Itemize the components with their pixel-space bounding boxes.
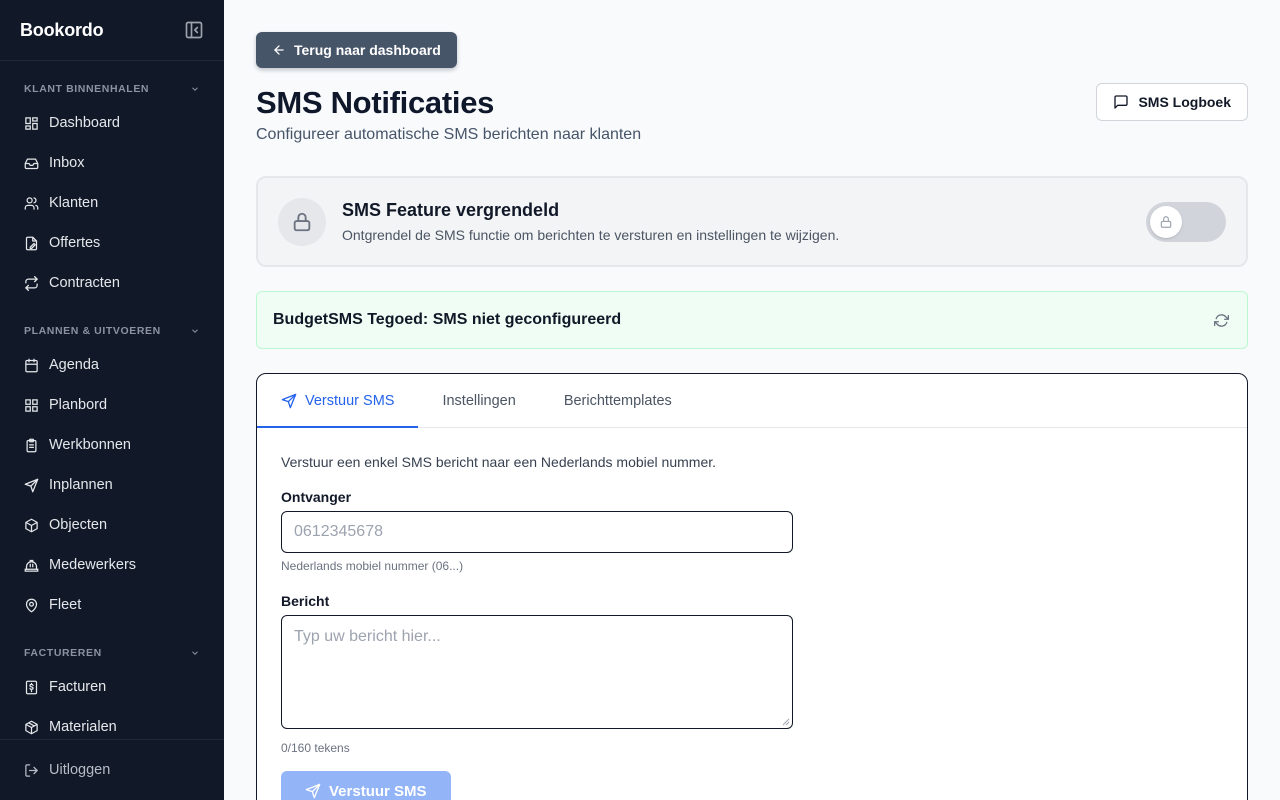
send-sms-form: Verstuur een enkel SMS bericht naar een … xyxy=(257,428,1247,800)
main-content: Terug naar dashboard SMS Notificaties Co… xyxy=(224,0,1280,800)
grid-icon xyxy=(25,398,38,412)
recipient-hint: Nederlands mobiel nummer (06...) xyxy=(281,559,464,573)
back-to-dashboard-button[interactable]: Terug naar dashboard xyxy=(256,32,457,68)
message-square-icon xyxy=(1114,95,1129,109)
refresh-balance-button[interactable] xyxy=(1211,310,1231,330)
sms-feature-toggle[interactable] xyxy=(1146,202,1226,242)
send-icon xyxy=(305,783,321,799)
sidebar-item-inplannen[interactable]: Inplannen xyxy=(0,465,224,505)
repeat-icon xyxy=(25,275,38,291)
section-header-plannen-uitvoeren[interactable]: PLANNEN & UITVOEREN xyxy=(0,321,224,341)
page-header: SMS Notificaties Configureer automatisch… xyxy=(256,83,1248,143)
clipboard-icon xyxy=(26,438,37,452)
sidebar-item-werkbonnen[interactable]: Werkbonnen xyxy=(0,425,224,465)
form-intro: Verstuur een enkel SMS bericht naar een … xyxy=(281,454,717,470)
sidebar: Bookordo KLANT BINNENHALEN Dashboard Inb… xyxy=(0,0,224,800)
log-out-icon xyxy=(25,763,38,777)
inbox-icon xyxy=(24,158,39,169)
lock-icon xyxy=(293,212,311,231)
message-label: Bericht xyxy=(281,593,330,609)
sidebar-item-facturen[interactable]: Facturen xyxy=(0,667,224,707)
resize-grip-icon[interactable] xyxy=(782,718,790,726)
sms-feature-locked-card: SMS Feature vergrendeld Ontgrendel de SM… xyxy=(256,176,1248,267)
sidebar-item-dashboard[interactable]: Dashboard xyxy=(0,103,224,143)
locked-description: Ontgrendel de SMS functie om berichten t… xyxy=(342,227,840,243)
message-textarea[interactable]: Typ uw bericht hier... xyxy=(281,615,793,729)
map-pin-icon xyxy=(25,598,38,612)
send-sms-button[interactable]: Verstuur SMS xyxy=(281,771,451,800)
file-edit-icon xyxy=(25,236,38,250)
tab-instellingen[interactable]: Instellingen xyxy=(418,374,539,427)
logout-button[interactable]: Uitloggen xyxy=(0,739,224,800)
sidebar-collapse-button[interactable] xyxy=(184,20,204,40)
arrow-left-icon xyxy=(274,45,284,55)
invoice-icon xyxy=(25,680,38,694)
sidebar-item-contracten[interactable]: Contracten xyxy=(0,263,224,303)
character-counter: 0/160 tekens xyxy=(281,741,350,755)
sidebar-item-planbord[interactable]: Planbord xyxy=(0,385,224,425)
recipient-label: Ontvanger xyxy=(281,489,352,505)
sidebar-item-inbox[interactable]: Inbox xyxy=(0,143,224,183)
locked-text: SMS Feature vergrendeld Ontgrendel de SM… xyxy=(342,200,839,243)
recipient-placeholder: 0612345678 xyxy=(294,523,383,540)
sidebar-item-medewerkers[interactable]: Medewerkers xyxy=(0,545,224,585)
brand-logo: Bookordo xyxy=(20,19,104,40)
tab-verstuur-sms[interactable]: Verstuur SMS xyxy=(257,374,419,428)
lock-badge xyxy=(278,197,326,246)
send-icon xyxy=(281,393,297,408)
hardhat-icon xyxy=(24,559,39,572)
calendar-icon xyxy=(25,358,38,372)
logout-label: Uitloggen xyxy=(49,762,111,778)
box-icon xyxy=(25,518,38,532)
tabs-bar: Verstuur SMS Instellingen Berichttemplat… xyxy=(257,374,1247,428)
section-header-factureren[interactable]: FACTUREREN xyxy=(0,643,224,663)
sidebar-item-materialen[interactable]: Materialen xyxy=(0,707,224,739)
chevron-down-icon xyxy=(192,329,198,333)
dashboard-icon xyxy=(25,116,38,130)
lock-icon xyxy=(1160,216,1172,228)
sms-balance-text: BudgetSMS Tegoed: SMS niet geconfigureer… xyxy=(273,311,622,328)
users-icon xyxy=(24,196,39,210)
sms-balance-bar: BudgetSMS Tegoed: SMS niet geconfigureer… xyxy=(256,291,1248,349)
chevron-down-icon xyxy=(192,87,198,91)
panel-left-close-icon xyxy=(185,21,203,39)
refresh-icon xyxy=(1213,313,1229,327)
sms-tabs-card: Verstuur SMS Instellingen Berichttemplat… xyxy=(256,373,1248,800)
tab-berichttemplates[interactable]: Berichttemplates xyxy=(540,374,696,427)
sms-logbook-button[interactable]: SMS Logboek xyxy=(1096,83,1248,121)
sidebar-item-fleet[interactable]: Fleet xyxy=(0,585,224,625)
locked-title: SMS Feature vergrendeld xyxy=(342,200,560,220)
sidebar-item-klanten[interactable]: Klanten xyxy=(0,183,224,223)
sidebar-item-offertes[interactable]: Offertes xyxy=(0,223,224,263)
toggle-knob xyxy=(1150,206,1182,238)
sidebar-item-objecten[interactable]: Objecten xyxy=(0,505,224,545)
sidebar-item-agenda[interactable]: Agenda xyxy=(0,345,224,385)
recipient-input[interactable]: 0612345678 xyxy=(281,511,793,553)
chevron-down-icon xyxy=(192,651,198,655)
section-header-klant-binnenhalen[interactable]: KLANT BINNENHALEN xyxy=(0,79,224,99)
sidebar-nav: KLANT BINNENHALEN Dashboard Inbox Klante… xyxy=(0,60,224,739)
message-placeholder: Typ uw bericht hier... xyxy=(294,628,441,645)
page-subtitle: Configureer automatische SMS berichten n… xyxy=(256,126,642,143)
package-icon xyxy=(25,720,38,734)
brand-row: Bookordo xyxy=(0,0,224,60)
send-icon xyxy=(24,478,39,492)
